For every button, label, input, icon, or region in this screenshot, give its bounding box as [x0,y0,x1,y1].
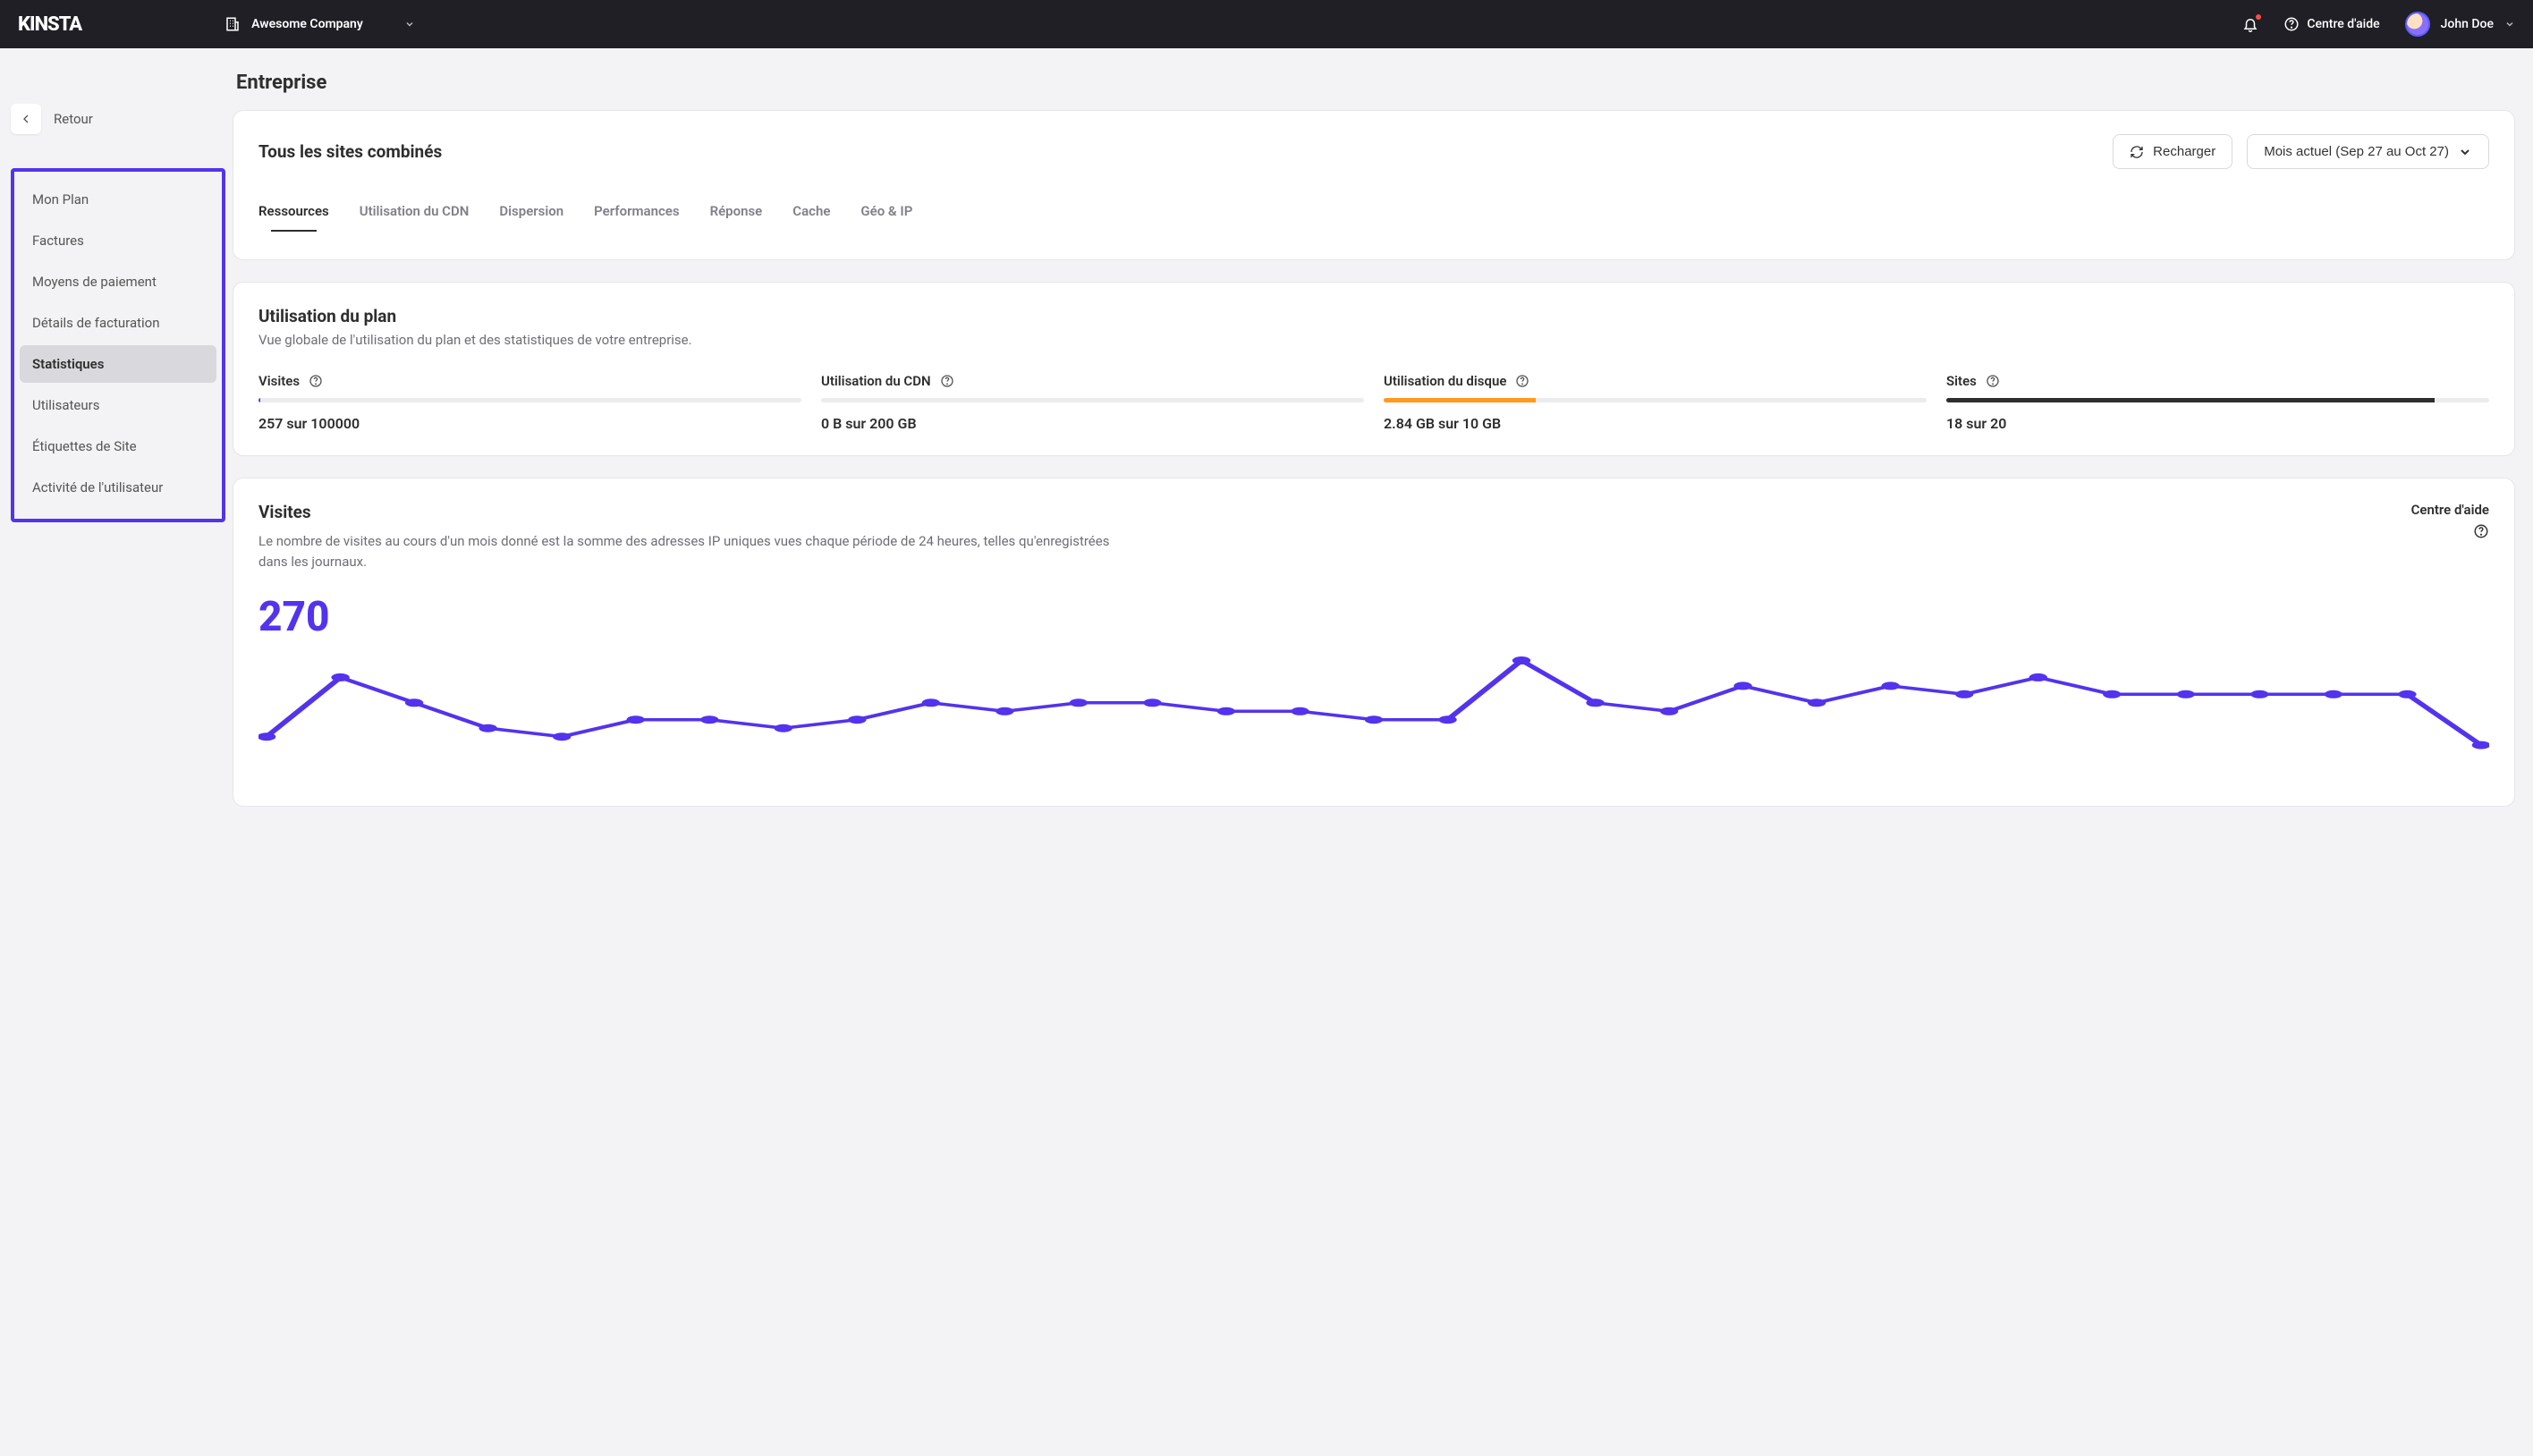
help-center-link[interactable]: Centre d'aide [2283,16,2379,32]
overview-title: Tous les sites combinés [258,141,2098,162]
plan-usage-card: Utilisation du plan Vue globale de l'uti… [233,282,2515,456]
sidebar-item-statistiques[interactable]: Statistiques [20,345,216,383]
tab-ressources[interactable]: Ressources [258,194,329,232]
sidebar: Retour Mon Plan Factures Moyens de paiem… [0,48,233,1456]
metric-label: Sites [1946,373,1977,389]
back-button[interactable] [11,104,41,134]
back-label: Retour [54,111,93,127]
page-title: Entreprise [236,72,2515,94]
logo: KINSTA [18,13,81,36]
progress-fill [1384,398,1536,402]
period-selector[interactable]: Mois actuel (Sep 27 au Oct 27) [2247,134,2489,169]
visits-title: Visites [258,502,2397,522]
progress-track [1946,398,2489,402]
visits-help-link[interactable]: Centre d'aide [2411,502,2489,518]
tab-geo-ip[interactable]: Géo & IP [860,194,912,232]
visits-card: Visites Le nombre de visites au cours d'… [233,478,2515,807]
progress-track [258,398,801,402]
plan-usage-title: Utilisation du plan [258,306,2489,326]
tab-reponse[interactable]: Réponse [710,194,763,232]
app-header: KINSTA Awesome Company Centre d'aide Joh… [0,0,2533,48]
tab-dispersion[interactable]: Dispersion [499,194,563,232]
header-right: Centre d'aide John Doe [2242,12,2515,37]
metric-value: 18 sur 20 [1946,415,2489,432]
sidebar-item-factures[interactable]: Factures [20,222,216,259]
help-icon [2283,16,2300,32]
metric: Visites 257 sur 100000 [258,373,801,432]
help-icon[interactable] [309,374,323,388]
help-icon[interactable] [1515,374,1529,388]
progress-track [1384,398,1927,402]
tab-performances[interactable]: Performances [594,194,679,232]
user-name: John Doe [2441,17,2494,31]
user-menu[interactable]: John Doe [2405,12,2515,37]
sidebar-item-moyens-paiement[interactable]: Moyens de paiement [20,263,216,301]
sidebar-nav: Mon Plan Factures Moyens de paiement Dét… [11,168,225,522]
tabs: Ressources Utilisation du CDN Dispersion… [258,194,2489,233]
metric: Sites 18 sur 20 [1946,373,2489,432]
metric-label: Visites [258,373,300,389]
tab-cdn[interactable]: Utilisation du CDN [360,194,470,232]
reload-icon [2130,145,2144,159]
help-icon[interactable] [1986,374,2000,388]
sidebar-item-etiquettes-site[interactable]: Étiquettes de Site [20,427,216,465]
sidebar-item-details-facturation[interactable]: Détails de facturation [20,304,216,342]
sidebar-item-activite-utilisateur[interactable]: Activité de l'utilisateur [20,469,216,506]
building-icon [224,16,241,32]
plan-usage-subtitle: Vue globale de l'utilisation du plan et … [258,332,2489,348]
notification-dot [2256,14,2261,20]
metric-label: Utilisation du disque [1384,373,1506,389]
company-selector[interactable]: Awesome Company [224,16,415,32]
main-content: Entreprise Tous les sites combinés Recha… [233,48,2533,1456]
reload-button[interactable]: Recharger [2113,134,2232,169]
company-name: Awesome Company [251,17,363,31]
metric-value: 0 B sur 200 GB [821,415,1364,432]
period-label: Mois actuel (Sep 27 au Oct 27) [2264,144,2449,159]
tab-cache[interactable]: Cache [792,194,830,232]
progress-track [821,398,1364,402]
avatar [2405,12,2430,37]
chevron-down-icon [404,19,415,30]
visits-total: 270 [258,593,2489,641]
help-center-label: Centre d'aide [2307,17,2379,31]
notifications-button[interactable] [2242,16,2258,32]
metric: Utilisation du CDN 0 B sur 200 GB [821,373,1364,432]
visits-description: Le nombre de visites au cours d'un mois … [258,531,1135,573]
metric: Utilisation du disque 2.84 GB sur 10 GB [1384,373,1927,432]
chevron-down-icon [2504,19,2515,30]
overview-card: Tous les sites combinés Recharger Mois a… [233,110,2515,260]
metrics-row: Visites 257 sur 100000 Utilisation du CDN 0… [258,373,2489,432]
metric-value: 2.84 GB sur 10 GB [1384,415,1927,432]
progress-fill [1946,398,2435,402]
chevron-down-icon [2458,145,2472,159]
sidebar-item-mon-plan[interactable]: Mon Plan [20,181,216,218]
metric-value: 257 sur 100000 [258,415,801,432]
reload-label: Recharger [2153,144,2215,159]
sidebar-item-utilisateurs[interactable]: Utilisateurs [20,386,216,424]
help-icon[interactable] [2473,523,2489,539]
visits-chart [258,648,2489,783]
help-icon[interactable] [940,374,954,388]
metric-label: Utilisation du CDN [821,373,931,389]
progress-fill [258,398,260,402]
